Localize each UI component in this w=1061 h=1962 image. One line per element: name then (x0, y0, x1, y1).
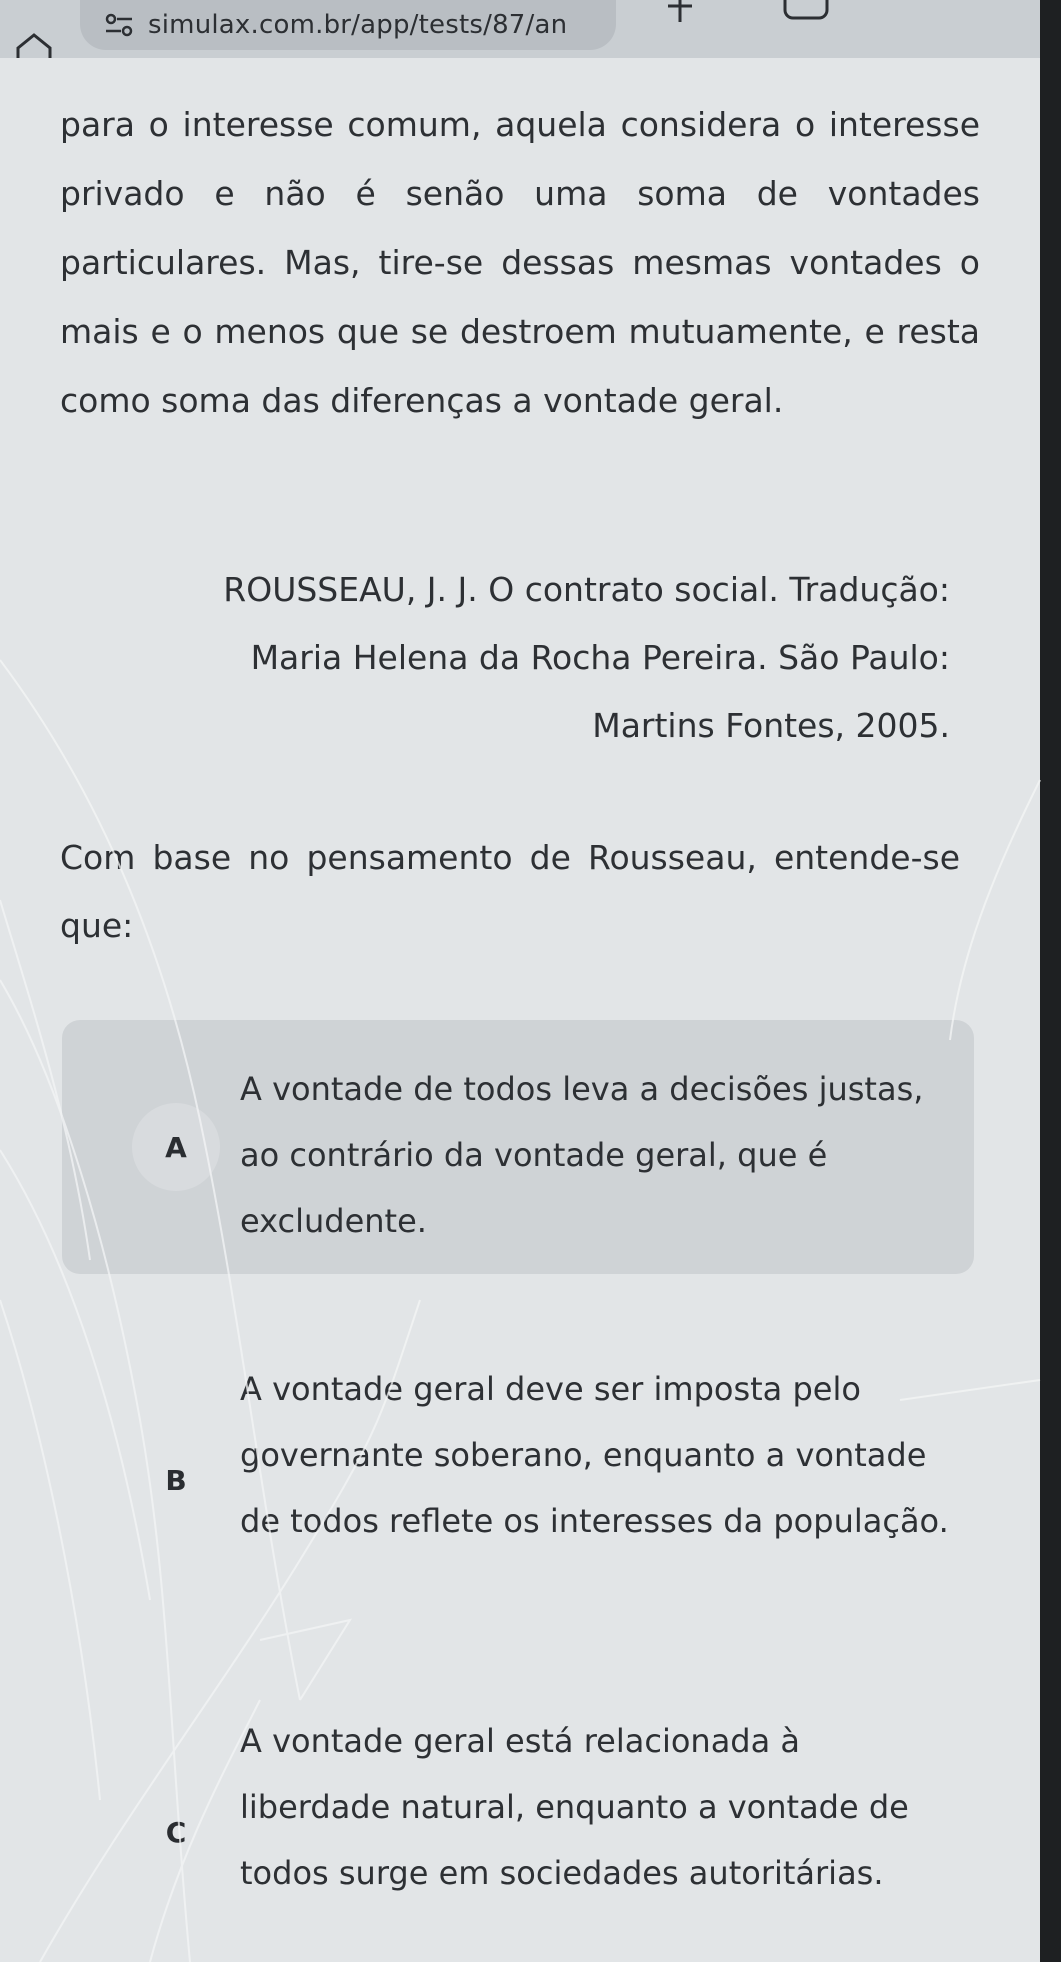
option-b[interactable]: B A vontade geral deve ser imposta pelo … (62, 1320, 974, 1640)
passage-text: para o interesse comum, aquela considera… (60, 105, 980, 420)
browser-toolbar: simulax.com.br/app/tests/87/an (0, 0, 1061, 67)
tabs-icon[interactable] (782, 0, 830, 22)
option-a[interactable]: A A vontade de todos leva a decisões jus… (62, 1020, 974, 1274)
plus-icon[interactable] (666, 0, 694, 24)
option-letter: C (165, 1815, 187, 1849)
citation-line: Maria Helena da Rocha Pereira. São Paulo… (250, 638, 950, 677)
citation: ROUSSEAU, J. J. O contrato social. Tradu… (120, 556, 950, 760)
tune-icon[interactable] (102, 12, 136, 38)
option-c[interactable]: C A vontade geral está relacionada à lib… (62, 1672, 974, 1962)
citation-line: Martins Fontes, 2005. (592, 706, 950, 745)
option-text: A vontade geral está relacionada à liber… (240, 1722, 909, 1892)
question-prompt: Com base no pensamento de Rousseau, ente… (60, 838, 960, 945)
test-content: para o interesse comum, aquela considera… (0, 58, 1040, 1962)
option-text: A vontade geral deve ser imposta pelo go… (240, 1370, 949, 1540)
option-letter: A (132, 1103, 220, 1191)
url-text[interactable]: simulax.com.br/app/tests/87/an (148, 10, 567, 40)
address-bar[interactable]: simulax.com.br/app/tests/87/an (80, 0, 616, 50)
device-bezel (1040, 0, 1061, 1962)
option-letter: B (165, 1463, 187, 1497)
phone-screen: simulax.com.br/app/tests/87/an para o in… (0, 0, 1061, 1962)
option-text: A vontade de todos leva a decisões justa… (240, 1070, 924, 1240)
citation-line: ROUSSEAU, J. J. O contrato social. Tradu… (223, 570, 950, 609)
